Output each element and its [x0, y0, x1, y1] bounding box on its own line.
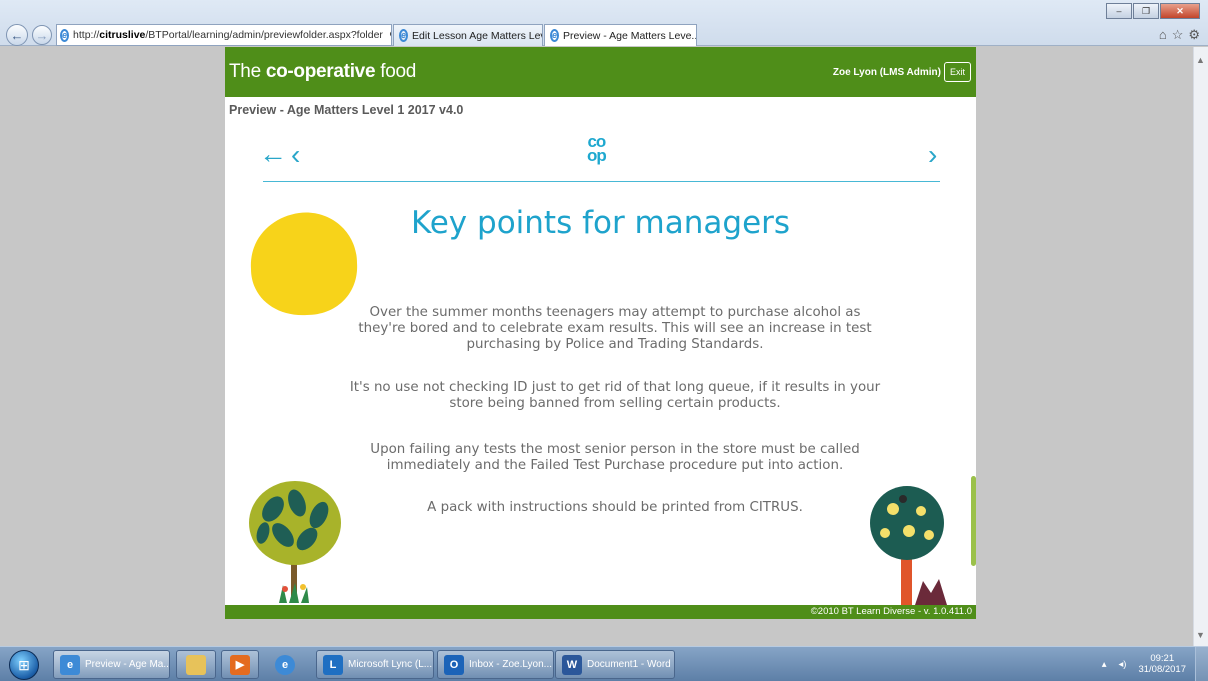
- ie-tab-icon: e: [399, 29, 409, 42]
- scroll-up-icon[interactable]: ▲: [1196, 55, 1205, 65]
- favorites-icon[interactable]: ☆: [1172, 27, 1184, 43]
- start-button[interactable]: ⊞: [9, 650, 39, 680]
- ie-icon: e: [60, 654, 80, 675]
- next-slide-icon[interactable]: ›: [928, 141, 937, 169]
- taskbar-item-lync[interactable]: L Microsoft Lync (L...: [316, 650, 434, 679]
- back-arrow-icon: ←: [10, 27, 24, 43]
- user-name: Zoe Lyon (LMS Admin): [832, 67, 941, 78]
- home-icon[interactable]: ⌂: [1159, 27, 1167, 43]
- window-controls: – ❐ ✕: [1106, 3, 1200, 19]
- slide-divider: [263, 181, 940, 182]
- volume-icon[interactable]: ◂): [1119, 659, 1127, 670]
- forward-button[interactable]: →: [32, 25, 52, 45]
- previous-slide-icon[interactable]: ‹: [291, 141, 300, 169]
- lync-icon: L: [323, 654, 343, 675]
- coop-logo: co op: [587, 133, 607, 165]
- key-point-paragraph: It's no use not checking ID just to get …: [349, 380, 881, 411]
- lms-portal: The co-operative food Zoe Lyon (LMS Admin…: [225, 47, 976, 619]
- ie-tab-icon: e: [550, 29, 560, 42]
- tree-illustration-left: [249, 481, 341, 603]
- taskbar-item-label: Preview - Age Ma...: [85, 659, 170, 670]
- back-arrow-icon[interactable]: ←: [259, 140, 287, 168]
- brand-coop: co-operative: [265, 61, 376, 82]
- windows-logo-icon: ⊞: [18, 656, 30, 673]
- key-point-paragraph: A pack with instructions should be print…: [427, 500, 803, 515]
- brand-the: The: [229, 61, 261, 82]
- exit-button[interactable]: Exit: [943, 62, 971, 82]
- tree-illustration-right: [870, 486, 947, 605]
- key-point-paragraph: Over the summer months teenagers may att…: [358, 305, 872, 352]
- back-button[interactable]: ←: [6, 24, 28, 46]
- page-viewport: The co-operative food Zoe Lyon (LMS Admin…: [0, 47, 1193, 646]
- url-text[interactable]: http://citruslive/BTPortal/learning/admi…: [73, 29, 383, 41]
- taskbar-item-label: Inbox - Zoe.Lyon...: [469, 659, 553, 670]
- url-path: /BTPortal/learning/admin/previewfolder.a…: [145, 29, 383, 41]
- clock-date: 31/08/2017: [1138, 664, 1186, 675]
- coop-food-logo: The co-operative food: [229, 61, 416, 83]
- ie-page-icon: e: [60, 28, 70, 42]
- tab-edit-lesson[interactable]: e Edit Lesson Age Matters Level ...: [393, 24, 543, 46]
- ie-icon: e: [275, 654, 295, 675]
- taskbar-item-label: Microsoft Lync (L...: [348, 659, 433, 670]
- page-title: Preview - Age Matters Level 1 2017 v4.0: [229, 103, 464, 117]
- url-prefix: http://: [73, 29, 100, 41]
- scroll-down-icon[interactable]: ▼: [1196, 630, 1205, 640]
- browser-chrome: ← → e http://citruslive/BTPortal/learnin…: [0, 0, 1208, 46]
- taskbar-item-ie[interactable]: e: [265, 650, 305, 679]
- show-desktop-button[interactable]: [1195, 647, 1208, 681]
- grass-strip: [971, 476, 976, 566]
- tab-label: Preview - Age Matters Leve...: [563, 29, 697, 42]
- maximize-button[interactable]: ❐: [1133, 3, 1159, 19]
- taskbar-item-media-player[interactable]: ▶: [221, 650, 259, 679]
- brand-food: food: [380, 61, 416, 82]
- media-player-icon: ▶: [230, 654, 250, 675]
- portal-header: The co-operative food Zoe Lyon (LMS Admin…: [225, 47, 976, 97]
- forward-arrow-icon: →: [35, 27, 49, 43]
- clock[interactable]: 09:21 31/08/2017: [1138, 653, 1186, 675]
- windows-taskbar: ⊞ e Preview - Age Ma... ▶ e L Microsoft …: [0, 646, 1208, 681]
- address-bar[interactable]: e http://citruslive/BTPortal/learning/ad…: [56, 24, 392, 46]
- taskbar-item-label: Document1 - Word: [587, 659, 671, 670]
- key-point-paragraph: Upon failing any tests the most senior p…: [370, 442, 860, 473]
- taskbar-item-preview[interactable]: e Preview - Age Ma...: [53, 650, 170, 679]
- close-window-button[interactable]: ✕: [1160, 3, 1200, 19]
- taskbar-item-outlook[interactable]: O Inbox - Zoe.Lyon...: [437, 650, 554, 679]
- system-tray: ▴ ◂) 09:21 31/08/2017: [1102, 653, 1186, 675]
- taskbar-item-word[interactable]: W Document1 - Word: [555, 650, 675, 679]
- explorer-icon: [186, 654, 206, 675]
- outlook-icon: O: [444, 654, 464, 675]
- slide-heading: Key points for managers: [410, 205, 791, 241]
- minimize-button[interactable]: –: [1106, 3, 1132, 19]
- vertical-scrollbar[interactable]: ▲ ▼: [1193, 47, 1208, 646]
- portal-footer: ©2010 BT Learn Diverse - v. 1.0.411.0: [225, 605, 976, 619]
- lesson-slide: ← ‹ co op › Key points for managers Over…: [225, 123, 976, 605]
- word-icon: W: [562, 654, 582, 675]
- clock-time: 09:21: [1150, 653, 1175, 664]
- tab-preview[interactable]: e Preview - Age Matters Leve... ×: [544, 24, 697, 46]
- taskbar-item-explorer[interactable]: [176, 650, 216, 679]
- show-hidden-icons-icon[interactable]: ▴: [1102, 659, 1107, 670]
- tab-label: Edit Lesson Age Matters Level ...: [412, 29, 542, 42]
- tools-icon[interactable]: ⚙: [1188, 27, 1200, 43]
- footer-copyright: ©2010 BT Learn Diverse - v. 1.0.411.0: [810, 606, 972, 617]
- browser-toolbar-icons: ⌂ ☆ ⚙: [1159, 27, 1200, 43]
- search-icon[interactable]: ⚲: [387, 29, 391, 42]
- coop-logo-bottom: op: [587, 146, 607, 165]
- url-host: citruslive: [99, 29, 146, 41]
